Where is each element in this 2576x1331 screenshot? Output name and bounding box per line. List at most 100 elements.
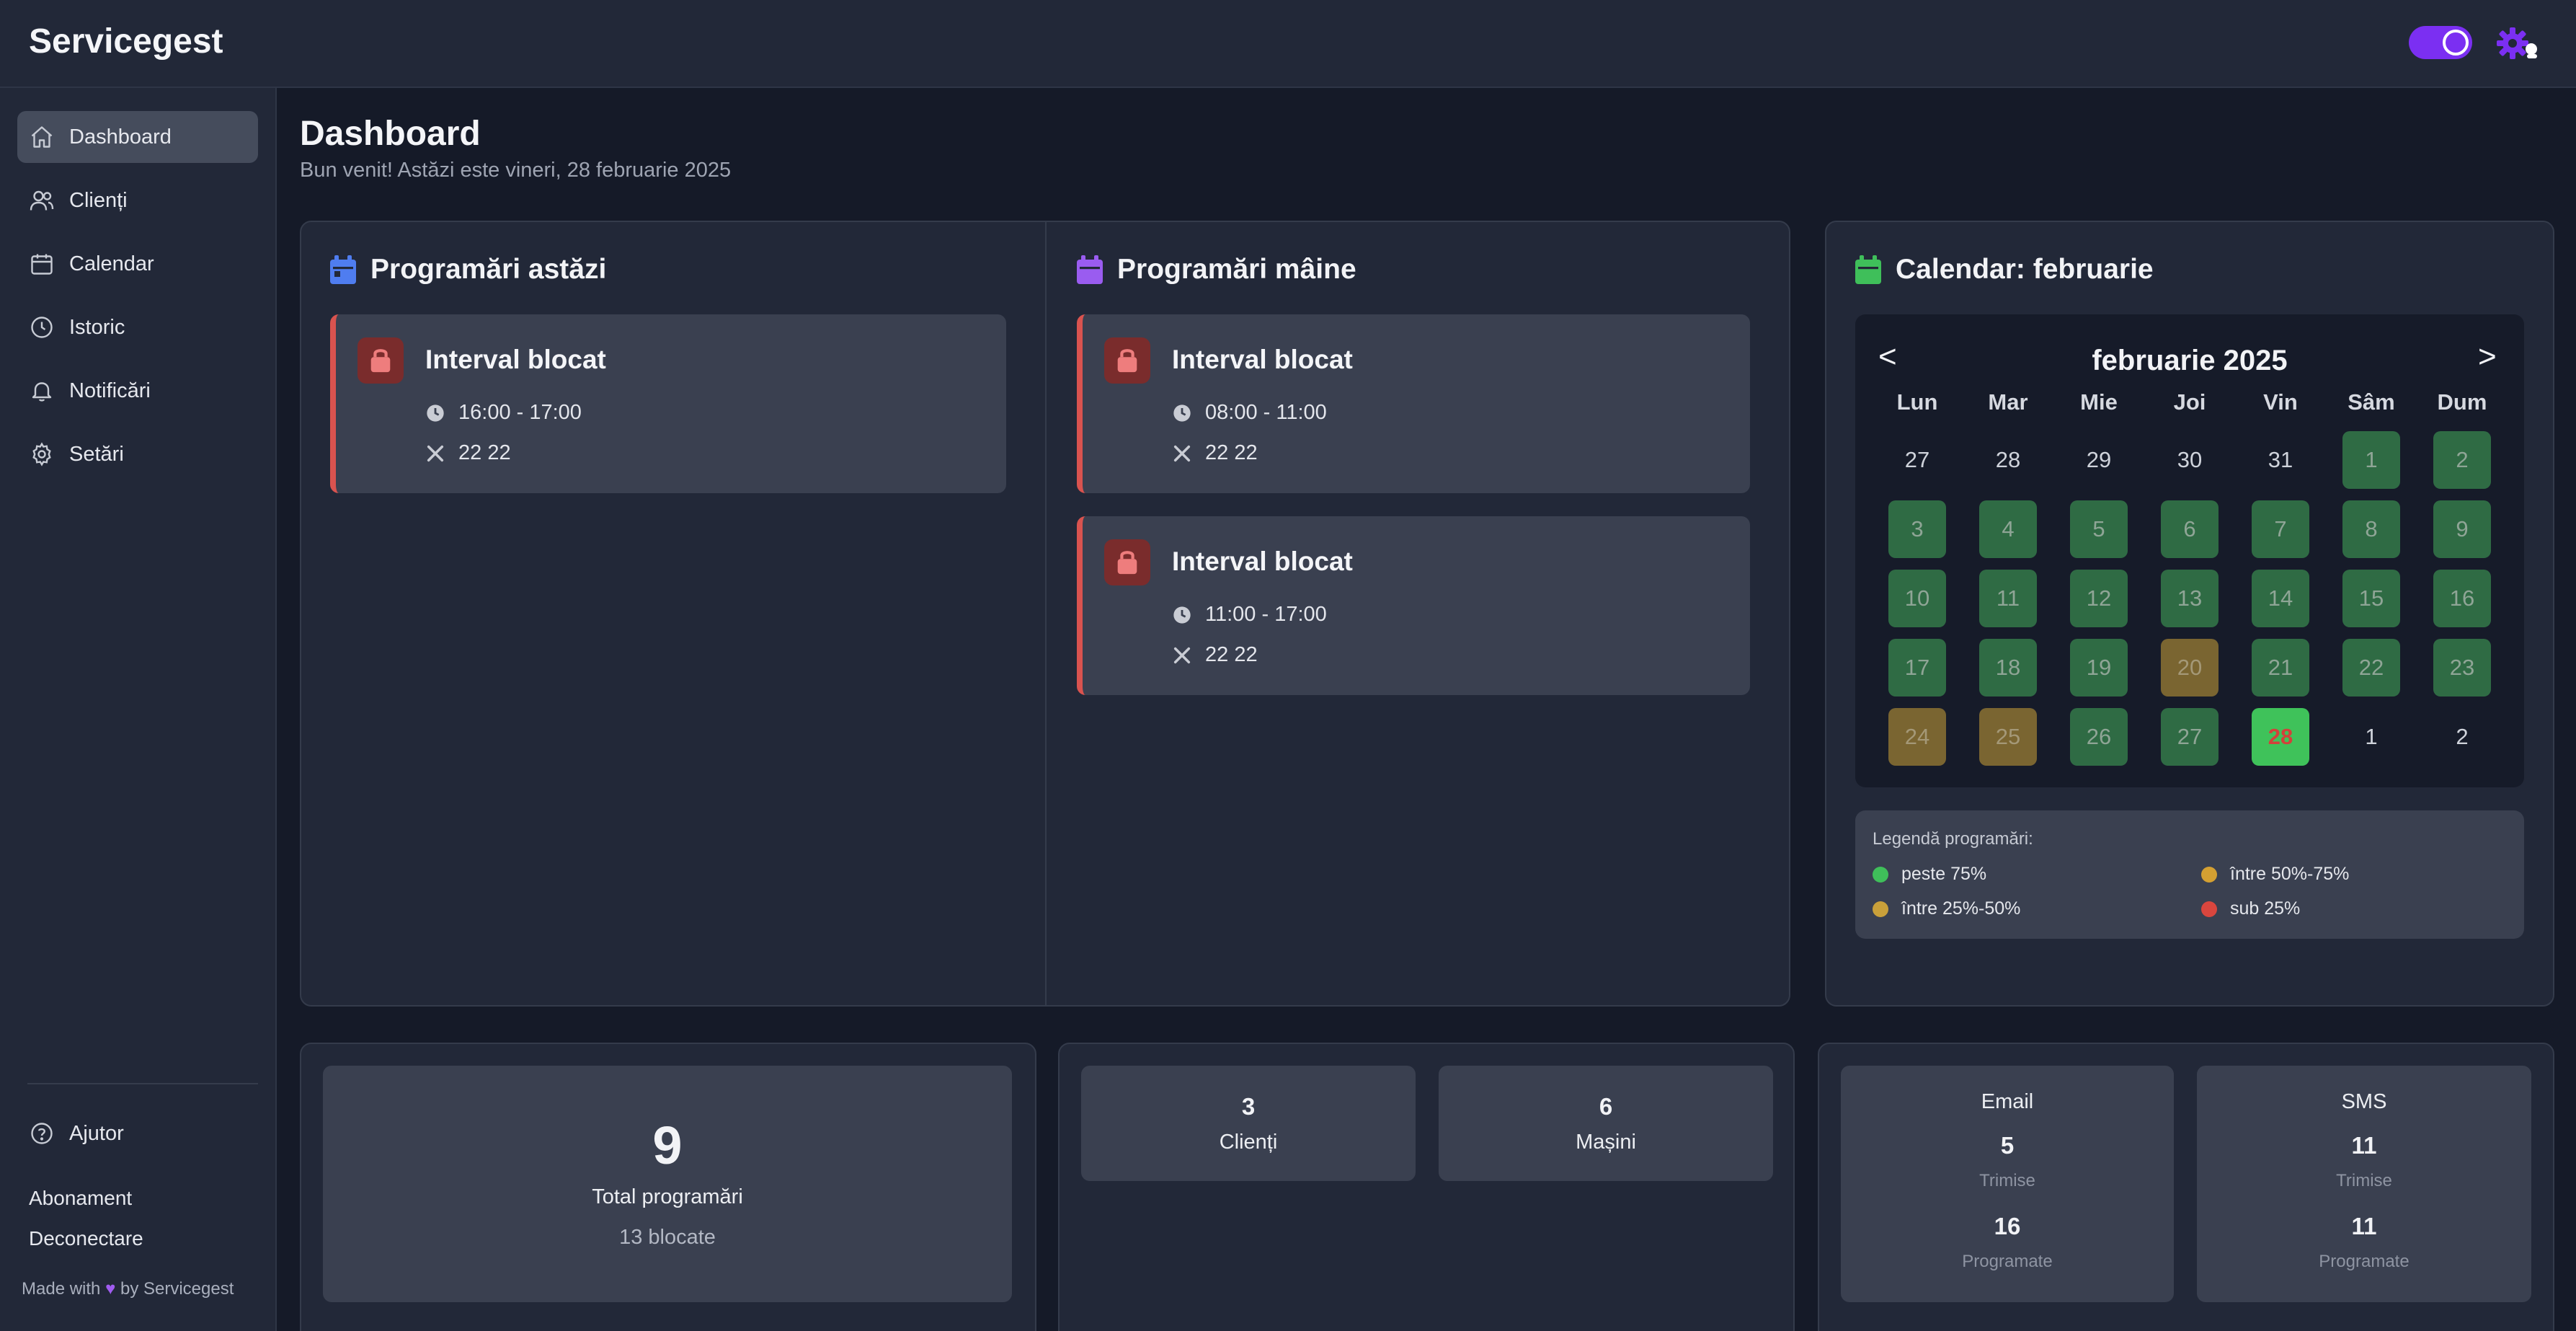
calendar-day[interactable]: 17 — [1888, 639, 1946, 697]
appointment-title: Interval blocat — [1172, 345, 1353, 374]
appointment-card[interactable]: Interval blocat 11:00 - 17:00 22 22 — [1077, 516, 1750, 695]
email-scheduled-value: 16 — [1994, 1213, 2021, 1239]
time-text: 11:00 - 17:00 — [1205, 603, 1327, 626]
calendar-day[interactable]: 13 — [2161, 570, 2219, 627]
tools-icon — [1173, 445, 1191, 461]
sidebar-item-history[interactable]: Istoric — [17, 301, 258, 353]
calendar-day[interactable]: 9 — [2433, 500, 2491, 558]
appointment-time: 08:00 - 11:00 — [1172, 401, 1327, 425]
sidebar-item-notifications[interactable]: Notificări — [17, 365, 258, 417]
sidebar-item-label: Calendar — [69, 252, 154, 275]
calendar-day[interactable]: 6 — [2161, 500, 2219, 558]
clock-icon — [1173, 606, 1191, 624]
legend-item: sub 25% — [2201, 898, 2300, 919]
calendar-icon — [31, 254, 53, 275]
calendar-day: 1 — [2365, 724, 2378, 749]
appointment-detail: 22 22 — [1172, 441, 1258, 465]
sms-sent-label: Trimise — [2336, 1171, 2392, 1190]
help-icon — [31, 1123, 53, 1144]
bell-icon — [32, 382, 52, 402]
calendar-day: 27 — [1904, 447, 1930, 472]
calendar-day[interactable]: 16 — [2433, 570, 2491, 627]
calendar-day[interactable]: 11 — [1979, 570, 2037, 627]
appointment-card[interactable]: Interval blocat 08:00 - 11:00 22 22 — [1077, 314, 1750, 493]
appointment-title: Interval blocat — [1172, 547, 1353, 576]
sms-scheduled-label: Programate — [2319, 1252, 2410, 1271]
toggle-knob — [2443, 30, 2469, 56]
calendar-day[interactable]: 8 — [2342, 500, 2400, 558]
calendar-title: Calendar: februarie — [1855, 254, 2154, 286]
calendar-day[interactable]: 23 — [2433, 639, 2491, 697]
legend-dot — [1873, 866, 1888, 883]
calendar-day[interactable]: 21 — [2252, 639, 2309, 697]
gear-icon[interactable] — [2494, 23, 2541, 63]
calendar-day[interactable]: 26 — [2070, 708, 2128, 766]
footer-suffix: by Servicegest — [120, 1279, 234, 1299]
calendar-day[interactable]: 10 — [1888, 570, 1946, 627]
calendar-day[interactable]: 22 — [2342, 639, 2400, 697]
logout-link[interactable]: Deconectare — [29, 1227, 143, 1250]
email-scheduled-label: Programate — [1962, 1252, 2053, 1271]
total-appointments-card: 9 Total programări 13 blocate — [323, 1066, 1012, 1302]
calendar-icon — [1077, 255, 1103, 284]
legend: Legendă programări: peste 75% între 50%-… — [1855, 810, 2524, 939]
weekday-header: Sâm — [2348, 389, 2395, 415]
sidebar-item-help[interactable]: Ajutor — [17, 1107, 258, 1159]
calendar-day: 29 — [2086, 447, 2112, 472]
calendar-day[interactable]: 18 — [1979, 639, 2037, 697]
heart-icon: ♥ — [105, 1279, 116, 1299]
sidebar-item-label: Notificări — [69, 379, 151, 402]
today-title: Programări astăzi — [330, 254, 606, 286]
legend-dot — [1873, 901, 1888, 917]
calendar-day[interactable]: 2 — [2433, 431, 2491, 489]
sidebar-item-dashboard[interactable]: Dashboard — [17, 111, 258, 163]
theme-toggle[interactable] — [2409, 26, 2472, 59]
calendar-day[interactable]: 4 — [1979, 500, 2037, 558]
calendar-month-label: februarie 2025 — [2092, 345, 2288, 376]
sidebar-item-label: Ajutor — [69, 1121, 124, 1145]
sidebar-item-settings[interactable]: Setări — [17, 428, 258, 480]
calendar-day[interactable]: 15 — [2342, 570, 2400, 627]
sidebar-item-clients[interactable]: Clienți — [17, 174, 258, 226]
calendar-day[interactable]: 5 — [2070, 500, 2128, 558]
brand-logo[interactable]: Servicegest — [29, 22, 223, 61]
legend-label: între 50%-75% — [2230, 864, 2350, 884]
calendar-day[interactable]: 3 — [1888, 500, 1946, 558]
email-sent-label: Trimise — [1979, 1171, 2035, 1190]
appointment-card[interactable]: Interval blocat 16:00 - 17:00 22 22 — [330, 314, 1006, 493]
email-card: Email 5 Trimise 16 Programate — [1841, 1066, 2174, 1302]
calendar-day[interactable]: 14 — [2252, 570, 2309, 627]
sms-title: SMS — [2341, 1090, 2387, 1113]
calendar-day-today[interactable]: 28 — [2252, 708, 2309, 766]
legend-title: Legendă programări: — [1873, 829, 2033, 849]
email-title: Email — [1981, 1090, 2034, 1113]
footer-prefix: Made with — [22, 1279, 101, 1299]
sidebar-item-label: Dashboard — [69, 125, 172, 149]
calendar-day[interactable]: 7 — [2252, 500, 2309, 558]
weekday-header: Mie — [2080, 389, 2118, 415]
clients-card[interactable]: 3 Clienți — [1081, 1066, 1416, 1181]
weekday-header: Dum — [2437, 389, 2487, 415]
cars-card[interactable]: 6 Mașini — [1439, 1066, 1773, 1181]
calendar-day[interactable]: 12 — [2070, 570, 2128, 627]
appointment-time: 11:00 - 17:00 — [1172, 603, 1327, 627]
legend-item: între 25%-50% — [1873, 898, 2020, 919]
calendar-day[interactable]: 20 — [2161, 639, 2219, 697]
calendar-day[interactable]: 27 — [2161, 708, 2219, 766]
subscription-link[interactable]: Abonament — [29, 1187, 132, 1210]
cars-value: 6 — [1599, 1093, 1613, 1120]
sidebar-divider — [27, 1083, 258, 1084]
appointment-detail: 22 22 — [425, 441, 511, 465]
calendar-day[interactable]: 24 — [1888, 708, 1946, 766]
sidebar-item-calendar[interactable]: Calendar — [17, 238, 258, 290]
appointment-title: Interval blocat — [425, 345, 606, 374]
calendar-day[interactable]: 19 — [2070, 639, 2128, 697]
home-icon — [31, 126, 53, 148]
calendar-day: 30 — [2177, 447, 2203, 472]
calendar-day[interactable]: 1 — [2342, 431, 2400, 489]
top-bar: Servicegest — [0, 0, 2576, 88]
time-text: 08:00 - 11:00 — [1205, 401, 1327, 424]
calendar-icon — [1855, 255, 1881, 284]
calendar-day[interactable]: 25 — [1979, 708, 2037, 766]
legend-label: între 25%-50% — [1901, 898, 2021, 919]
